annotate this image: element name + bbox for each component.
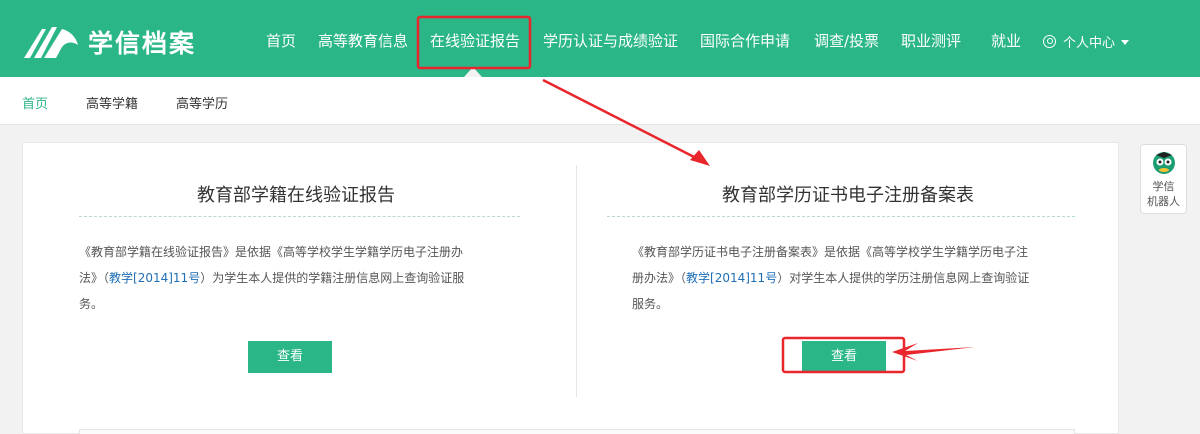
nav-item-international[interactable]: 国际合作申请 — [700, 30, 790, 51]
robot-assistant-button[interactable]: 学信 机器人 — [1140, 144, 1187, 214]
view-enrollment-report-button[interactable]: 查看 — [248, 341, 332, 373]
title-dashed-divider — [79, 216, 520, 217]
verification-panel: 教育部学籍在线验证报告 《教育部学籍在线验证报告》是依据《高等学校学生学籍学历电… — [22, 142, 1119, 434]
robot-label-line2: 机器人 — [1147, 195, 1180, 208]
nav-item-certification[interactable]: 学历认证与成绩验证 — [543, 30, 678, 51]
nav-item-home[interactable]: 首页 — [266, 30, 296, 51]
view-degree-record-button[interactable]: 查看 — [802, 341, 886, 373]
top-header: 学信档案 首页 高等教育信息 在线验证报告 学历认证与成绩验证 国际合作申请 调… — [0, 0, 1200, 77]
subnav-item-degree[interactable]: 高等学历 — [176, 93, 228, 112]
nav-item-online-verification[interactable]: 在线验证报告 — [430, 30, 520, 51]
bottom-section-edge — [79, 429, 1075, 434]
robot-icon — [1152, 152, 1175, 174]
brand-name: 学信档案 — [88, 29, 197, 58]
card-description-enrollment: 《教育部学籍在线验证报告》是依据《高等学校学生学籍学历电子注册办 法》（教学[2… — [79, 245, 465, 311]
logo-icon — [24, 27, 78, 58]
subnav-item-home[interactable]: 首页 — [22, 93, 48, 112]
chevron-down-icon — [1121, 40, 1130, 45]
nav-item-employment[interactable]: 就业 — [991, 30, 1021, 51]
nav-item-higher-education[interactable]: 高等教育信息 — [318, 30, 408, 51]
site-logo[interactable]: 学信档案 — [22, 24, 196, 60]
regulation-link[interactable]: 教学[2014]11号 — [109, 271, 200, 285]
robot-label-line1: 学信 — [1152, 180, 1175, 193]
column-divider — [576, 165, 577, 397]
nav-item-career-test[interactable]: 职业测评 — [901, 30, 961, 51]
nav-item-survey[interactable]: 调查/投票 — [814, 30, 879, 51]
user-icon — [1043, 35, 1056, 48]
subnav-item-enrollment[interactable]: 高等学籍 — [86, 93, 138, 112]
user-center-label: 个人中心 — [1063, 36, 1116, 51]
sub-nav: 首页 高等学籍 高等学历 — [0, 77, 1200, 125]
user-center-menu[interactable]: 个人中心 — [1043, 32, 1130, 51]
active-nav-caret — [464, 67, 482, 77]
title-dashed-divider — [607, 216, 1075, 217]
card-title-degree-record: 教育部学历证书电子注册备案表 — [722, 185, 974, 206]
card-description-degree: 《教育部学历证书电子注册备案表》是依据《高等学校学生学籍学历电子注 册办法》（教… — [632, 245, 1030, 311]
regulation-link[interactable]: 教学[2014]11号 — [686, 271, 777, 285]
card-title-enrollment-report: 教育部学籍在线验证报告 — [197, 185, 395, 206]
